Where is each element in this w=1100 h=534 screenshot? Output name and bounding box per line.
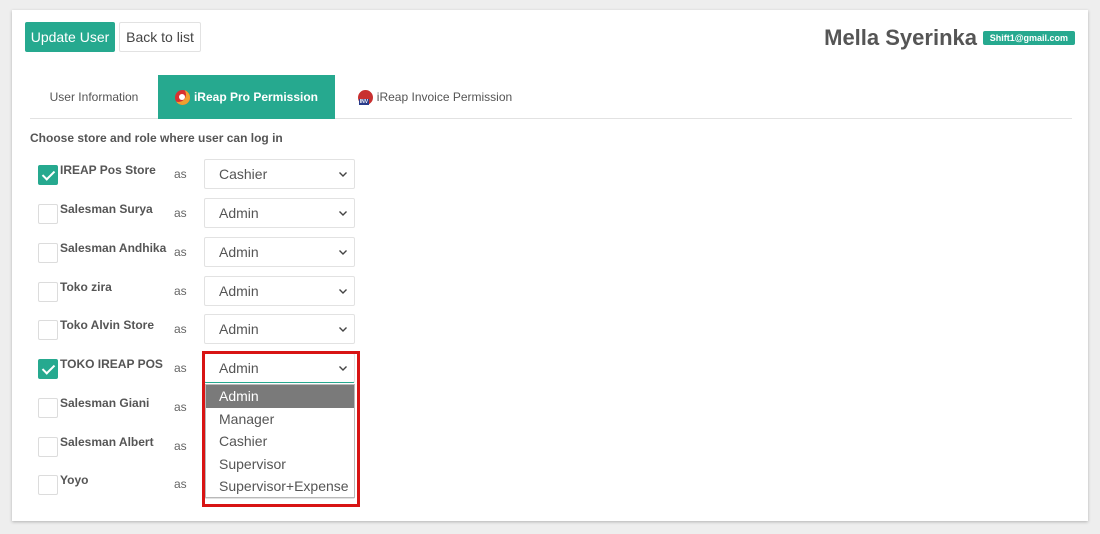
chevron-down-icon [339,211,347,216]
role-select-value: Admin [219,244,259,260]
as-label: as [174,167,187,181]
store-name: Salesman Giani [60,396,150,410]
chevron-down-icon [339,172,347,177]
email-badge: Shift1@gmail.com [982,31,1075,45]
tab-label: iReap Invoice Permission [376,90,513,104]
as-label: as [174,245,187,259]
role-select[interactable]: Cashier [204,159,355,189]
tab-ireap-pro-permission[interactable]: iReap Pro Permission [158,75,335,119]
store-name: TOKO IREAP POS [60,357,163,371]
dropdown-option[interactable]: Cashier [206,430,354,453]
user-name: Mella Syerinka [824,25,977,50]
role-select[interactable]: Admin [204,198,355,228]
store-checkbox[interactable] [38,282,58,302]
store-checkbox[interactable] [38,320,58,340]
store-row: Salesman Andhika as Admin [12,237,372,269]
ireap-pro-icon [174,89,190,105]
store-name: Toko Alvin Store [60,318,155,332]
store-checkbox[interactable] [38,398,58,418]
store-name: Toko zira [60,280,112,294]
store-row: Salesman Surya as Admin [12,198,372,230]
chevron-down-icon [339,327,347,332]
store-checkbox[interactable] [38,243,58,263]
role-select-value: Admin [219,283,259,299]
dropdown-option[interactable]: Admin [206,385,354,408]
chevron-down-icon [339,366,347,371]
as-label: as [174,400,187,414]
role-select-value: Cashier [219,166,268,182]
tab-ireap-invoice-permission[interactable]: INV iReap Invoice Permission [350,75,520,119]
dropdown-option[interactable]: Supervisor [206,453,354,476]
role-select-value: Admin [219,360,259,376]
role-dropdown-menu: Admin Manager Cashier Supervisor Supervisor+… [205,384,355,498]
tab-label: iReap Pro Permission [193,90,319,104]
as-label: as [174,439,187,453]
store-row: Toko Alvin Store as Admin [12,314,372,346]
store-name: Salesman Albert [60,435,154,449]
role-select[interactable]: Admin [204,353,355,383]
tab-user-information[interactable]: User Information [30,75,158,119]
store-checkbox[interactable] [38,204,58,224]
role-select[interactable]: Admin [204,276,355,306]
store-row: Toko zira as Admin [12,276,372,308]
as-label: as [174,284,187,298]
store-name: Salesman Andhika [60,241,167,255]
store-name: Salesman Surya [60,202,153,216]
tab-label: User Information [49,90,139,104]
chevron-down-icon [339,289,347,294]
store-row: IREAP Pos Store as Cashier [12,159,372,191]
as-label: as [174,322,187,336]
role-select-value: Admin [219,205,259,221]
store-name: IREAP Pos Store [60,163,156,177]
store-name: Yoyo [60,473,89,487]
role-select[interactable]: Admin [204,237,355,267]
role-select-value: Admin [219,321,259,337]
store-checkbox[interactable] [38,359,58,379]
instruction-text: Choose store and role where user can log… [30,131,283,145]
store-checkbox[interactable] [38,437,58,457]
update-user-button[interactable]: Update User [25,22,115,52]
as-label: as [174,477,187,491]
dropdown-option[interactable]: Manager [206,408,354,431]
user-edit-card: Update User Back to list Mella Syerinka … [12,10,1088,521]
store-checkbox[interactable] [38,165,58,185]
store-row: TOKO IREAP POS as Admin [12,353,372,385]
store-checkbox[interactable] [38,475,58,495]
dropdown-option[interactable]: Supervisor+Expense [206,475,354,498]
ireap-invoice-icon: INV [357,89,373,105]
chevron-down-icon [339,250,347,255]
role-select[interactable]: Admin [204,314,355,344]
permission-tabs: User Information iReap Pro Permission IN… [30,75,1072,119]
as-label: as [174,361,187,375]
as-label: as [174,206,187,220]
back-to-list-button[interactable]: Back to list [119,22,201,52]
